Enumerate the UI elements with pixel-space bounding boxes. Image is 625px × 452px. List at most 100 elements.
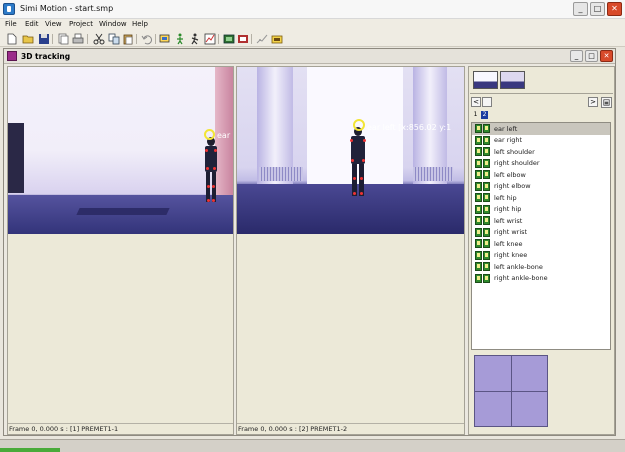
list-item[interactable]: left hip bbox=[472, 192, 610, 204]
folder-icon[interactable] bbox=[271, 33, 283, 45]
marker-icon bbox=[475, 170, 482, 180]
copy-icon[interactable] bbox=[108, 33, 120, 45]
tracking-marker[interactable] bbox=[353, 119, 365, 131]
menu-help[interactable]: Help bbox=[132, 20, 148, 28]
analysis-icon[interactable] bbox=[256, 33, 268, 45]
marker-icon bbox=[483, 147, 490, 157]
camera-thumbnail-1[interactable] bbox=[473, 71, 498, 89]
film-icon[interactable] bbox=[237, 33, 249, 45]
toolbar-separator bbox=[87, 34, 88, 44]
marker-icon bbox=[483, 124, 490, 134]
new-icon[interactable] bbox=[6, 33, 18, 45]
tracking-panel: < > 1 2 ear left ear right left shoulder… bbox=[468, 66, 615, 435]
page-1-button[interactable]: 1 bbox=[472, 111, 479, 119]
marker-icon bbox=[475, 158, 482, 168]
list-item[interactable]: ear right bbox=[472, 135, 610, 147]
camera-thumbnail-2[interactable] bbox=[500, 71, 525, 89]
paste-icon[interactable] bbox=[122, 33, 134, 45]
child-close-button[interactable]: ✕ bbox=[600, 50, 613, 62]
marker-icon bbox=[475, 273, 482, 283]
window-controls: _ □ ✕ bbox=[573, 2, 622, 16]
list-item[interactable]: right ankle-bone bbox=[472, 273, 610, 285]
run-figure-icon[interactable] bbox=[189, 33, 201, 45]
list-item[interactable]: left elbow bbox=[472, 169, 610, 181]
copy-doc-icon[interactable] bbox=[57, 33, 69, 45]
camera-image-2[interactable]: ear left [x:856.02 y:1 bbox=[237, 67, 464, 234]
joint-marker bbox=[206, 167, 209, 170]
marker-icon bbox=[475, 193, 482, 203]
marker-icon bbox=[475, 147, 482, 157]
list-item[interactable]: right wrist bbox=[472, 227, 610, 239]
taskbar bbox=[0, 439, 625, 452]
tracking-window-icon bbox=[7, 51, 17, 61]
joint-marker bbox=[207, 199, 210, 202]
settings-icon[interactable] bbox=[601, 97, 612, 108]
prev-button[interactable]: < bbox=[471, 97, 481, 107]
joint-marker bbox=[362, 159, 365, 162]
app-title: Simi Motion - start.smp bbox=[20, 4, 114, 13]
chart-icon[interactable] bbox=[204, 33, 216, 45]
print-icon[interactable] bbox=[72, 33, 84, 45]
list-item[interactable]: right shoulder bbox=[472, 158, 610, 170]
joint-marker bbox=[205, 149, 208, 152]
marker-icon bbox=[483, 158, 490, 168]
menu-project[interactable]: Project bbox=[69, 20, 93, 28]
list-item[interactable]: left knee bbox=[472, 238, 610, 250]
start-button[interactable] bbox=[0, 448, 60, 452]
menu-window[interactable]: Window bbox=[99, 20, 127, 28]
walk-figure-icon[interactable] bbox=[174, 33, 186, 45]
tracking-marker[interactable] bbox=[204, 129, 215, 140]
child-minimize-button[interactable]: _ bbox=[570, 50, 583, 62]
scene-doorway bbox=[8, 123, 24, 193]
camera-image-1[interactable]: ear bbox=[8, 67, 233, 234]
marker-icon bbox=[483, 216, 490, 226]
next-button[interactable]: > bbox=[588, 97, 598, 107]
camera-view-2[interactable]: ear left [x:856.02 y:1 Frame 0, 0.000 s … bbox=[236, 66, 465, 435]
joint-marker bbox=[350, 139, 353, 142]
list-item[interactable]: right hip bbox=[472, 204, 610, 216]
tracked-person bbox=[201, 137, 221, 207]
marker-icon bbox=[475, 204, 482, 214]
minimize-button[interactable]: _ bbox=[573, 2, 588, 16]
list-item[interactable]: left wrist bbox=[472, 215, 610, 227]
marker-icon bbox=[483, 181, 490, 191]
tracking-window: 3D tracking _ □ ✕ ear Frame 0, 0.000 s:… bbox=[3, 48, 616, 436]
marker-icon bbox=[483, 170, 490, 180]
cut-icon[interactable] bbox=[93, 33, 105, 45]
point-label: ear left [x:856.02 y:1 bbox=[367, 123, 452, 132]
marker-icon bbox=[475, 250, 482, 260]
maximize-button[interactable]: □ bbox=[590, 2, 605, 16]
list-item[interactable]: ear left bbox=[472, 123, 610, 135]
child-maximize-button[interactable]: □ bbox=[585, 50, 598, 62]
undo-icon[interactable] bbox=[141, 33, 153, 45]
joint-marker bbox=[353, 192, 356, 195]
menu-file[interactable]: File bbox=[5, 20, 17, 28]
marker-icon bbox=[475, 135, 482, 145]
save-icon[interactable] bbox=[38, 33, 50, 45]
video-icon[interactable] bbox=[223, 33, 235, 45]
menu-edit[interactable]: Edit bbox=[25, 20, 39, 28]
page-2-button[interactable]: 2 bbox=[481, 111, 488, 119]
list-item[interactable]: right knee bbox=[472, 250, 610, 262]
joint-marker bbox=[360, 192, 363, 195]
marker-icon bbox=[475, 216, 482, 226]
menu-view[interactable]: View bbox=[45, 20, 62, 28]
open-icon[interactable] bbox=[22, 33, 34, 45]
list-item[interactable]: right elbow bbox=[472, 181, 610, 193]
marker-icon bbox=[483, 204, 490, 214]
marker-icon bbox=[483, 135, 490, 145]
app-icon bbox=[3, 3, 15, 15]
camera-view-icon[interactable] bbox=[159, 33, 171, 45]
camera-thumbnails bbox=[470, 68, 613, 94]
point-list[interactable]: ear left ear right left shoulder right s… bbox=[471, 122, 611, 350]
marker-icon bbox=[475, 262, 482, 272]
list-item[interactable]: left shoulder bbox=[472, 146, 610, 158]
close-button[interactable]: ✕ bbox=[607, 2, 622, 16]
tracking-window-titlebar: 3D tracking _ □ ✕ bbox=[4, 49, 615, 64]
joint-marker bbox=[207, 185, 210, 188]
view-layout-grid[interactable] bbox=[474, 355, 548, 427]
list-item[interactable]: left ankle-bone bbox=[472, 261, 610, 273]
marker-icon bbox=[475, 181, 482, 191]
camera-view-1[interactable]: ear Frame 0, 0.000 s : [1] PREMET1-1 bbox=[7, 66, 234, 435]
marker-icon bbox=[483, 262, 490, 272]
